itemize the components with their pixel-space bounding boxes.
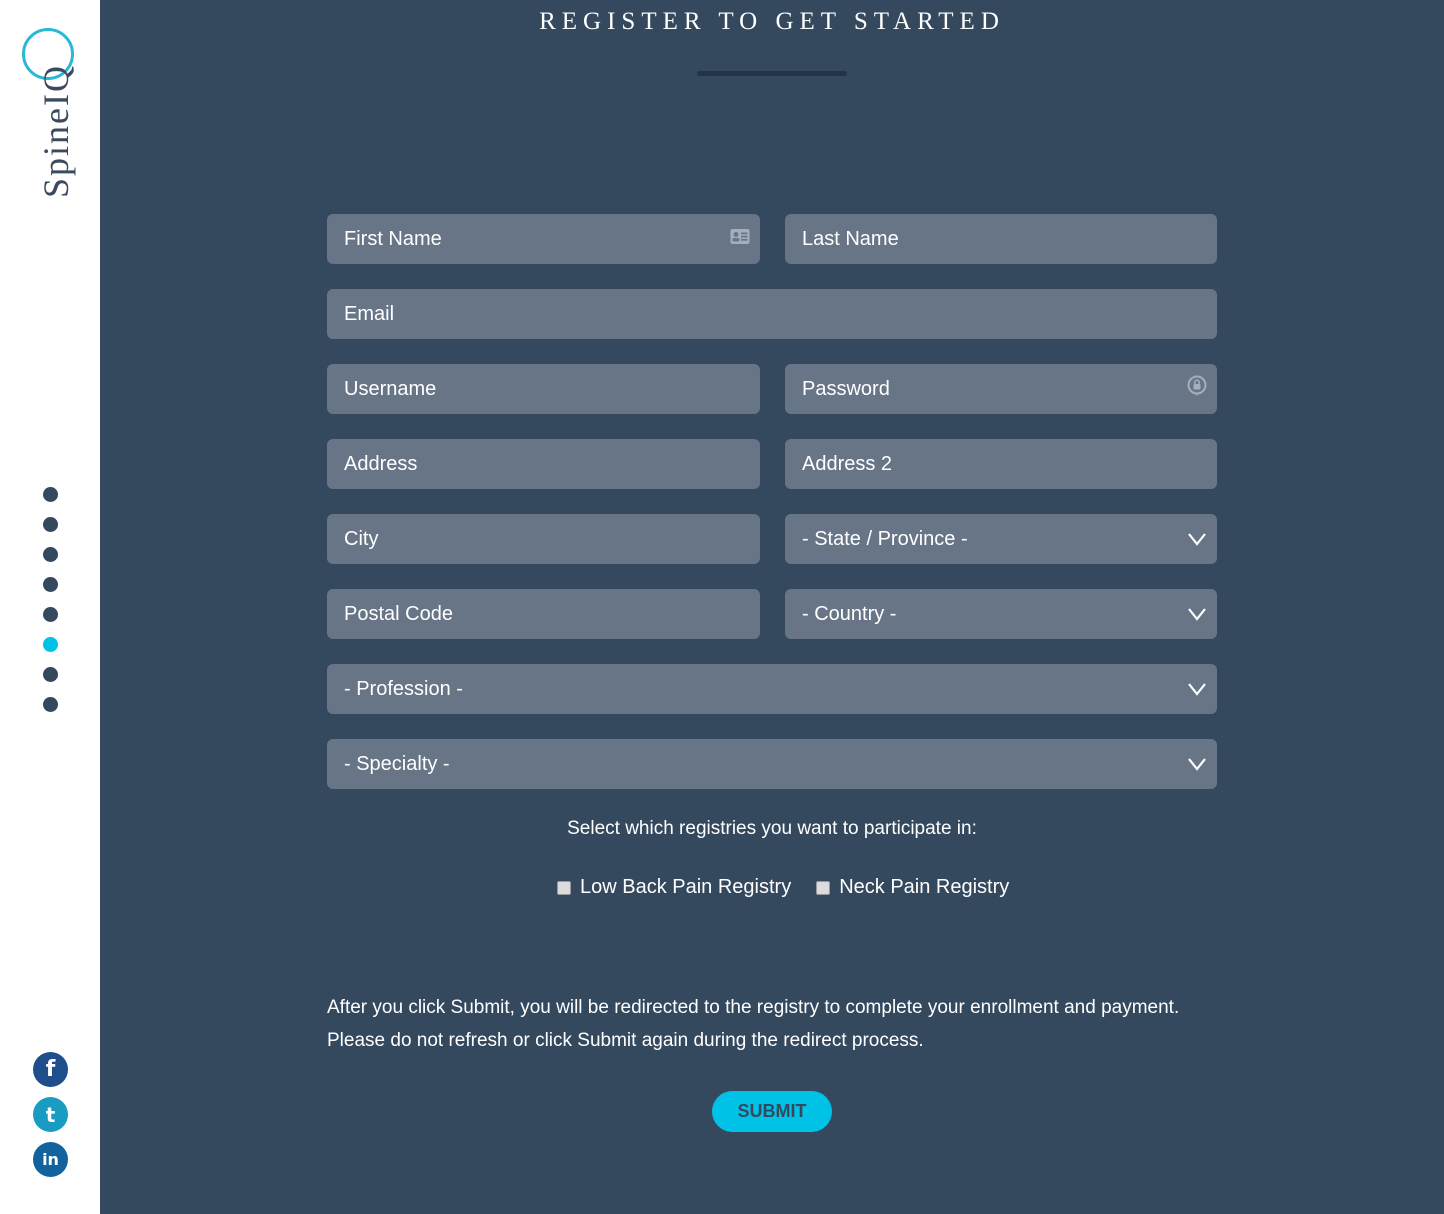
linkedin-icon[interactable]: in <box>33 1142 68 1177</box>
nav-dot-2[interactable] <box>43 517 58 532</box>
state-selected: - State / Province - <box>802 527 968 550</box>
nav-dot-4[interactable] <box>43 577 58 592</box>
country-select[interactable]: - Country - <box>785 589 1217 639</box>
nav-dot-8[interactable] <box>43 697 58 712</box>
last-name-input[interactable]: Last Name <box>785 214 1217 264</box>
city-placeholder: City <box>344 527 379 550</box>
spineiq-logo[interactable]: SpineIQ <box>18 22 84 207</box>
neck-pain-label: Neck Pain Registry <box>839 876 1010 898</box>
address-input[interactable]: Address <box>327 439 760 489</box>
registries-prompt: Select which registries you want to part… <box>567 818 977 839</box>
section-nav-dots <box>43 487 58 727</box>
password-key-icon[interactable] <box>1187 375 1207 403</box>
submit-button[interactable]: SUBMIT <box>712 1091 832 1132</box>
nav-dot-6-active[interactable] <box>43 637 58 652</box>
state-select[interactable]: - State / Province - <box>785 514 1217 564</box>
email-input[interactable]: Email <box>327 289 1217 339</box>
sidebar: SpineIQ f t in <box>0 0 100 1214</box>
username-input[interactable]: Username <box>327 364 760 414</box>
chevron-down-icon <box>1188 533 1206 546</box>
first-name-placeholder: First Name <box>344 227 442 250</box>
neck-pain-checkbox[interactable] <box>816 880 831 895</box>
profession-select[interactable]: - Profession - <box>327 664 1217 714</box>
neck-pain-option[interactable]: Neck Pain Registry <box>816 876 1009 899</box>
country-selected: - Country - <box>802 602 897 625</box>
nav-dot-5[interactable] <box>43 607 58 622</box>
chevron-down-icon <box>1188 683 1206 696</box>
submit-notice: After you click Submit, you will be redi… <box>327 991 1227 1057</box>
social-links: f t in <box>33 1052 68 1187</box>
page-title: REGISTER TO GET STARTED <box>539 8 1005 35</box>
specialty-select[interactable]: - Specialty - <box>327 739 1217 789</box>
last-name-placeholder: Last Name <box>802 227 899 250</box>
nav-dot-3[interactable] <box>43 547 58 562</box>
password-placeholder: Password <box>802 377 890 400</box>
low-back-pain-checkbox[interactable] <box>557 880 571 895</box>
specialty-selected: - Specialty - <box>344 752 450 775</box>
email-placeholder: Email <box>344 302 395 325</box>
address2-input[interactable]: Address 2 <box>785 439 1217 489</box>
nav-dot-1[interactable] <box>43 487 58 502</box>
chevron-down-icon <box>1188 758 1206 771</box>
postal-code-input[interactable]: Postal Code <box>327 589 760 639</box>
registry-checkboxes: Low Back Pain Registry Neck Pain Registr… <box>557 876 1034 899</box>
profession-selected: - Profession - <box>344 677 463 700</box>
low-back-pain-label: Low Back Pain Registry <box>580 876 792 898</box>
first-name-input[interactable]: First Name <box>327 214 760 264</box>
notice-line-2: Please do not refresh or click Submit ag… <box>327 1030 924 1051</box>
address2-placeholder: Address 2 <box>802 452 893 475</box>
username-placeholder: Username <box>344 377 437 400</box>
facebook-icon[interactable]: f <box>33 1052 68 1087</box>
chevron-down-icon <box>1188 608 1206 621</box>
address-placeholder: Address <box>344 452 418 475</box>
notice-line-1: After you click Submit, you will be redi… <box>327 997 1180 1018</box>
title-divider <box>697 71 847 76</box>
city-input[interactable]: City <box>327 514 760 564</box>
contact-card-icon[interactable] <box>730 228 750 251</box>
postal-code-placeholder: Postal Code <box>344 602 453 625</box>
low-back-pain-option[interactable]: Low Back Pain Registry <box>557 876 791 899</box>
logo-text: SpineIQ <box>36 64 76 198</box>
twitter-icon[interactable]: t <box>33 1097 68 1132</box>
password-input[interactable]: Password <box>785 364 1217 414</box>
nav-dot-7[interactable] <box>43 667 58 682</box>
